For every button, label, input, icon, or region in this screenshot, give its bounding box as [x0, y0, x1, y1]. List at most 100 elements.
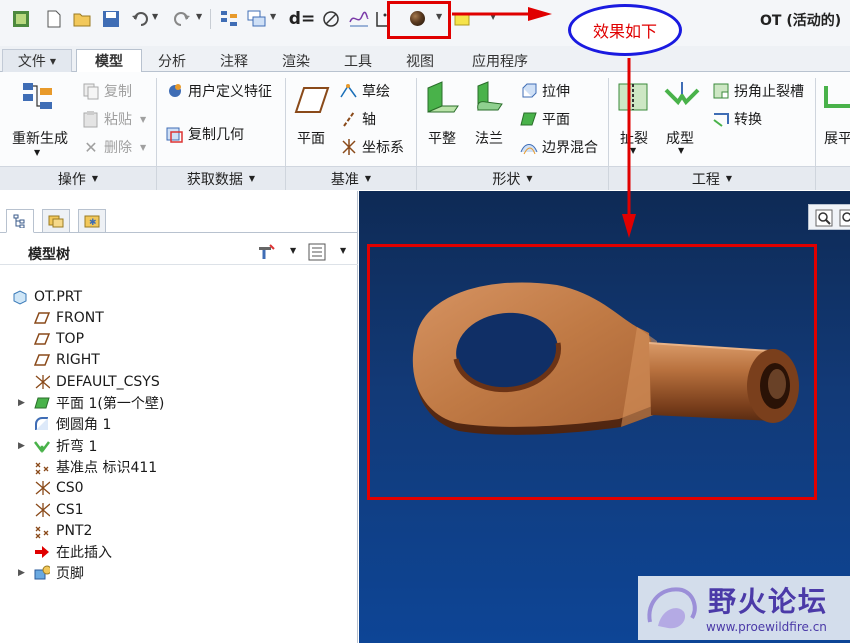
form-dropdown-icon[interactable]: ▼	[678, 146, 684, 155]
group-label-datum[interactable]: 基准 ▼	[286, 166, 416, 190]
tree-settings-icon[interactable]	[256, 243, 276, 261]
tree-item[interactable]: DEFAULT_CSYS	[0, 371, 350, 392]
tree-columns-icon[interactable]	[308, 243, 326, 261]
tree-settings-dropdown-icon[interactable]: ▼	[290, 246, 296, 255]
corner-relief-button[interactable]: 拐角止裂槽	[712, 81, 804, 101]
datum-plane-button[interactable]: 平面	[297, 128, 325, 148]
redo-icon[interactable]	[172, 8, 192, 30]
paste-button[interactable]: 粘贴 ▼	[82, 109, 146, 129]
tab-analysis[interactable]: 分析	[142, 49, 202, 72]
dimension-icon[interactable]: d=	[289, 8, 315, 30]
new-file-icon[interactable]	[44, 8, 64, 30]
copy-label: 复制	[104, 84, 132, 100]
unbend-button[interactable]: 展平	[824, 128, 850, 148]
zoom-fit-icon[interactable]	[815, 209, 833, 227]
regenerate-large-icon[interactable]	[20, 80, 56, 116]
redo-dropdown-icon[interactable]: ▼	[196, 12, 202, 21]
expand-arrow-icon[interactable]: ▶	[18, 568, 25, 578]
group-label-engineering[interactable]: 工程 ▼	[609, 166, 815, 190]
tree-item[interactable]: 倒圆角 1	[0, 414, 350, 435]
planar-button[interactable]: 平面	[520, 109, 570, 129]
group-operations-label: 操作	[57, 171, 86, 188]
model-tree-tab[interactable]	[6, 209, 34, 233]
measure-icon[interactable]	[320, 8, 342, 30]
tree-item[interactable]: CS0	[0, 478, 350, 499]
open-file-icon[interactable]	[72, 8, 94, 30]
csys-button[interactable]: 坐标系	[340, 137, 404, 157]
zoom-in-icon[interactable]	[839, 209, 850, 227]
convert-button[interactable]: 转换	[712, 109, 762, 129]
group-label-shapes[interactable]: 形状 ▼	[417, 166, 608, 190]
navigator-tabs: ✱	[0, 205, 358, 233]
favorites-tab[interactable]: ✱	[78, 209, 106, 233]
regenerate-icon[interactable]	[218, 8, 240, 30]
group-engineering-label: 工程	[691, 171, 720, 188]
expand-arrow-icon[interactable]: ▶	[18, 398, 25, 408]
udf-button[interactable]: 用户定义特征	[166, 81, 272, 101]
tree-item-label: TOP	[56, 331, 85, 348]
tab-model[interactable]: 模型	[76, 49, 142, 73]
windows-dropdown-icon[interactable]: ▼	[270, 12, 276, 21]
regenerate-dropdown-icon[interactable]: ▼	[34, 148, 40, 157]
tree-item[interactable]: CS1	[0, 499, 350, 520]
form-large-icon[interactable]	[664, 80, 700, 116]
rip-button[interactable]: 扯裂	[620, 128, 648, 148]
tab-file[interactable]: 文件 ▼	[2, 49, 72, 72]
tree-item[interactable]: FRONT	[0, 307, 350, 328]
tab-apps[interactable]: 应用程序	[452, 49, 548, 72]
extrude-button[interactable]: 拉伸	[520, 81, 570, 101]
tree-columns-dropdown-icon[interactable]: ▼	[340, 246, 346, 255]
group-label-operations[interactable]: 操作 ▼	[0, 166, 156, 190]
save-icon[interactable]	[100, 8, 122, 30]
tab-annotate[interactable]: 注释	[204, 49, 264, 72]
layer-tree-tab[interactable]	[42, 209, 70, 233]
boundary-blend-icon	[520, 144, 538, 155]
tree-item[interactable]: ▶ 折弯 1	[0, 435, 350, 456]
flat-wall-button[interactable]: 平整	[428, 128, 456, 148]
rip-large-icon[interactable]	[616, 80, 652, 116]
copy-geometry-label: 复制几何	[188, 127, 244, 143]
flange-large-icon[interactable]	[472, 80, 508, 116]
plane-large-icon[interactable]	[294, 82, 330, 118]
model-tree-title: 模型树	[28, 247, 70, 263]
group-label-get-data[interactable]: 获取数据 ▼	[157, 166, 285, 190]
ribbon-panel: 重新生成 ▼ 复制 粘贴 ▼ ✕ 删除 ▼ 操作 ▼ 用户定义特征 复制几何 获…	[0, 72, 850, 190]
planar-wall-icon	[34, 395, 50, 411]
tree-item[interactable]: PNT2	[0, 520, 350, 541]
tree-item[interactable]: RIGHT	[0, 350, 350, 371]
rip-dropdown-icon[interactable]: ▼	[630, 146, 636, 155]
tree-item-label: 页脚	[56, 566, 84, 583]
copy-button[interactable]: 复制	[82, 81, 132, 101]
tab-view[interactable]: 视图	[390, 49, 450, 72]
tree-item[interactable]: TOP	[0, 329, 350, 350]
tree-item[interactable]: ▶ 平面 1(第一个壁)	[0, 393, 350, 414]
flat-wall-large-icon[interactable]	[424, 80, 460, 116]
tree-item[interactable]: OT.PRT	[0, 286, 350, 307]
tree-item[interactable]: 在此插入	[0, 542, 350, 563]
color-swatch-icon[interactable]	[453, 8, 471, 30]
curve-icon[interactable]	[348, 8, 370, 30]
app-logo-icon[interactable]	[10, 8, 32, 30]
highlight-box	[387, 1, 451, 39]
datum-plane-icon	[34, 352, 50, 368]
tree-item[interactable]: 基准点 标识411	[0, 456, 350, 477]
delete-button[interactable]: ✕ 删除 ▼	[82, 137, 146, 157]
tree-item[interactable]: ▶ 页脚	[0, 563, 350, 584]
undo-icon[interactable]	[130, 8, 150, 30]
windows-icon[interactable]	[246, 8, 268, 30]
form-button[interactable]: 成型	[666, 128, 694, 148]
flange-button[interactable]: 法兰	[475, 128, 503, 148]
axis-button[interactable]: 轴	[340, 109, 376, 129]
boundary-blend-button[interactable]: 边界混合	[520, 137, 598, 157]
expand-arrow-icon[interactable]: ▶	[18, 441, 25, 451]
sketch-button[interactable]: 草绘	[340, 81, 390, 101]
extrude-label: 拉伸	[542, 84, 570, 100]
customize-dropdown-icon[interactable]: ▼	[490, 12, 496, 21]
copy-geometry-button[interactable]: 复制几何	[166, 124, 244, 144]
tab-render[interactable]: 渲染	[266, 49, 326, 72]
extrude-icon	[522, 83, 537, 98]
undo-dropdown-icon[interactable]: ▼	[152, 12, 158, 21]
regenerate-button[interactable]: 重新生成	[12, 128, 68, 148]
tab-tools[interactable]: 工具	[328, 49, 388, 72]
unbend-large-icon[interactable]	[822, 80, 850, 116]
